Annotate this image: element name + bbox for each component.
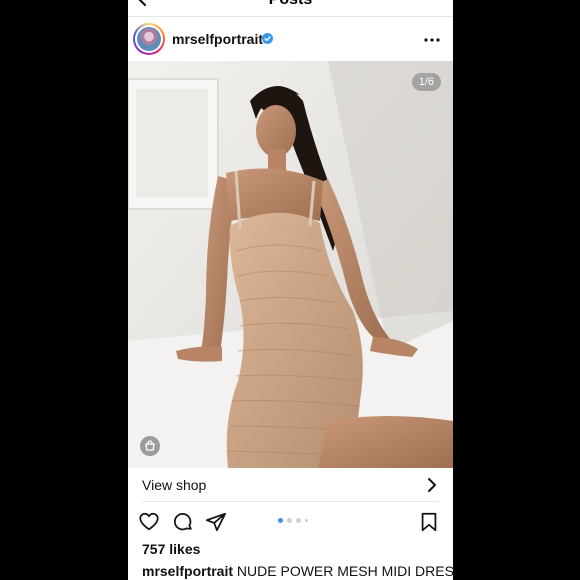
image-counter: 1/6 [411, 73, 441, 91]
verified-icon [262, 33, 273, 44]
carousel-indicator [278, 518, 308, 523]
more-icon[interactable] [423, 31, 441, 49]
post-header: mrselfportrait [128, 20, 453, 60]
instagram-post-screen: Posts mrselfportrait [128, 0, 453, 580]
carousel-dot [287, 518, 292, 523]
post-username[interactable]: mrselfportrait [172, 31, 263, 47]
dress-photo [128, 61, 453, 468]
top-bar: Posts [128, 0, 453, 16]
view-shop-row[interactable]: View shop [128, 469, 453, 501]
carousel-dot-active [278, 518, 283, 523]
page-title: Posts [128, 0, 453, 9]
view-shop-label: View shop [142, 477, 207, 493]
share-icon[interactable] [205, 511, 227, 533]
chevron-right-icon [428, 478, 436, 492]
avatar[interactable] [133, 23, 165, 55]
heart-icon[interactable] [138, 511, 160, 533]
action-bar [128, 508, 453, 536]
caption-text: NUDE POWER MESH MIDI DRESS [236, 563, 453, 579]
comment-icon[interactable] [172, 511, 194, 533]
shop-divider [142, 501, 439, 502]
caption-username[interactable]: mrselfportrait [142, 563, 233, 579]
post-image[interactable]: 1/6 [128, 61, 453, 468]
carousel-dot [305, 519, 308, 522]
shopping-bag-icon[interactable] [140, 436, 160, 456]
post-caption: mrselfportrait NUDE POWER MESH MIDI DRES… [142, 563, 453, 579]
like-count[interactable]: 757 likes [142, 541, 200, 557]
bookmark-icon[interactable] [418, 511, 440, 533]
top-divider [128, 16, 453, 17]
carousel-dot [296, 518, 301, 523]
